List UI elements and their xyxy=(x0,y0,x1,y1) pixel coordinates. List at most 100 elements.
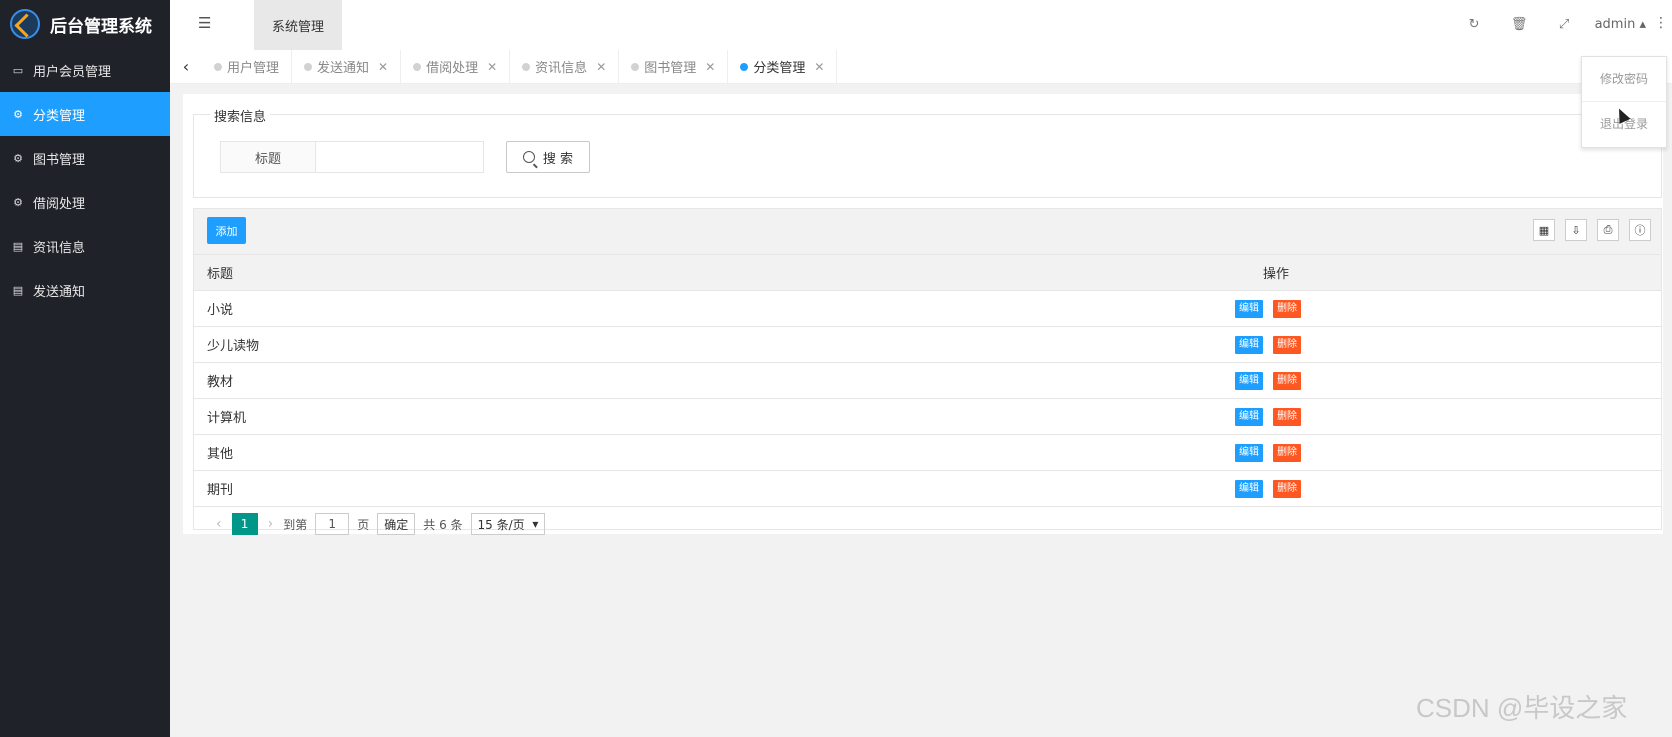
tab-books[interactable]: 图书管理 ✕ xyxy=(619,50,729,83)
sidebar-item-label: 借阅处理 xyxy=(33,196,86,212)
tab-label: 分类管理 xyxy=(753,61,806,76)
edit-button[interactable]: 编辑 xyxy=(1235,443,1263,462)
field-label-text: 标题 xyxy=(254,151,281,167)
current-page[interactable]: 1 xyxy=(231,513,258,535)
page-tabs: ‹ 用户管理 发送通知 ✕ 借阅处理 ✕ 资讯信息 ✕ 图书管理 ✕ 分类管理 … xyxy=(170,50,1672,84)
edit-button[interactable]: 编辑 xyxy=(1235,335,1263,354)
cell-actions: 编辑 删除 xyxy=(1234,434,1661,471)
close-icon[interactable]: ✕ xyxy=(814,60,824,74)
main-content: 搜索信息 标题 搜 索 添加 ▦ ⇩ ⎙ ⓘ 标题 操作 小说 编辑 删除 少儿… xyxy=(183,94,1663,535)
header-tab-system[interactable]: 系统管理 xyxy=(254,0,342,50)
tab-dot xyxy=(413,62,422,71)
app-logo[interactable]: 后台管理系统 xyxy=(0,0,170,48)
confirm-button[interactable]: 确定 xyxy=(377,513,416,535)
edit-button[interactable]: 编辑 xyxy=(1235,479,1263,498)
search-button-label: 搜 索 xyxy=(542,151,574,167)
table-header-row: 标题 操作 xyxy=(194,255,1661,291)
sidebar-item-label: 分类管理 xyxy=(33,108,86,124)
cell-title: 小说 xyxy=(194,290,1234,327)
info-icon[interactable]: ⓘ xyxy=(1629,219,1651,241)
change-password-item[interactable]: 修改密码 xyxy=(1582,57,1666,101)
search-icon xyxy=(522,151,535,163)
column-header-actions: 操作 xyxy=(1234,255,1661,291)
search-button[interactable]: 搜 索 xyxy=(506,141,590,173)
watermark: CSDN @毕设之家 xyxy=(1416,693,1628,723)
tab-dot xyxy=(214,62,222,71)
sidebar-item-notify[interactable]: ▤ 发送通知 xyxy=(0,268,170,312)
export-icon[interactable]: ⇩ xyxy=(1565,219,1587,241)
cell-actions: 编辑 删除 xyxy=(1234,290,1661,327)
tab-label: 发送通知 xyxy=(317,61,370,76)
gears-icon: ⚙ xyxy=(13,107,23,121)
table-row: 少儿读物 编辑 删除 xyxy=(194,326,1661,363)
search-panel: 搜索信息 标题 搜 索 xyxy=(193,106,1662,198)
more-icon[interactable]: ⋮ xyxy=(1654,15,1668,31)
page-size-select[interactable]: 15 条/页 ▾ xyxy=(470,513,546,535)
tab-notify[interactable]: 发送通知 ✕ xyxy=(292,50,402,83)
tab-news[interactable]: 资讯信息 ✕ xyxy=(510,50,620,83)
edit-button[interactable]: 编辑 xyxy=(1235,407,1263,426)
close-icon[interactable]: ✕ xyxy=(596,60,606,74)
trash-icon[interactable]: 🗑 xyxy=(1497,17,1542,32)
user-menu[interactable]: admin ▴ xyxy=(1595,17,1646,32)
gears-icon: ⚙ xyxy=(13,195,23,209)
table-row: 教材 编辑 删除 xyxy=(194,362,1661,399)
cell-title: 期刊 xyxy=(194,470,1234,507)
data-table: 添加 ▦ ⇩ ⎙ ⓘ 标题 操作 小说 编辑删除 少儿读物 编辑删除 教材 xyxy=(193,208,1662,535)
user-dropdown: 修改密码 退出登录 xyxy=(1581,56,1667,148)
search-legend: 搜索信息 xyxy=(210,106,271,125)
goto-label: 到第 xyxy=(283,517,308,532)
refresh-icon[interactable]: ↻ xyxy=(1452,17,1497,32)
tab-label: 用户管理 xyxy=(227,61,280,76)
tab-label: 资讯信息 xyxy=(535,61,588,76)
logo-icon xyxy=(10,9,40,39)
cell-title: 计算机 xyxy=(194,398,1234,435)
table-toolbar: 添加 ▦ ⇩ ⎙ ⓘ xyxy=(194,209,1661,255)
add-button[interactable]: 添加 xyxy=(207,217,246,244)
tab-dot xyxy=(522,62,531,71)
delete-button[interactable]: 删除 xyxy=(1273,299,1301,318)
goto-page-input[interactable]: 1 xyxy=(315,513,350,535)
top-header: ☰ 系统管理 ↻ 🗑 ⤢ admin ▴ ⋮ xyxy=(170,0,1672,51)
sidebar-item-borrow[interactable]: ⚙ 借阅处理 xyxy=(0,180,170,224)
menu-toggle-icon[interactable]: ☰ xyxy=(198,14,211,32)
delete-button[interactable]: 删除 xyxy=(1273,479,1301,498)
column-header-title: 标题 xyxy=(194,255,1234,291)
cell-title: 少儿读物 xyxy=(194,326,1234,363)
cell-actions: 编辑 删除 xyxy=(1234,362,1661,399)
prev-page-icon[interactable]: ‹ xyxy=(216,516,222,532)
header-tools: ↻ 🗑 ⤢ admin ▴ xyxy=(1452,0,1672,48)
edit-button[interactable]: 编辑 xyxy=(1235,371,1263,390)
table: 标题 操作 小说 编辑 删除 少儿读物 编辑 删除 教材 编辑 删除 计算机 编辑 删除… xyxy=(194,255,1661,507)
tab-users[interactable]: 用户管理 xyxy=(202,50,293,83)
tab-categories[interactable]: 分类管理 ✕ xyxy=(728,50,838,83)
sidebar-item-users[interactable]: ▭ 用户会员管理 xyxy=(0,48,170,92)
cell-actions: 编辑 删除 xyxy=(1234,398,1661,435)
document-icon: ▤ xyxy=(12,239,24,253)
tab-borrow[interactable]: 借阅处理 ✕ xyxy=(401,50,511,83)
close-icon[interactable]: ✕ xyxy=(378,60,388,74)
sidebar-item-label: 用户会员管理 xyxy=(33,64,112,80)
title-field-label: 标题 xyxy=(220,141,316,173)
fullscreen-icon[interactable]: ⤢ xyxy=(1542,17,1587,32)
close-icon[interactable]: ✕ xyxy=(487,60,497,74)
print-icon[interactable]: ⎙ xyxy=(1597,219,1619,241)
tab-dot xyxy=(304,62,313,71)
close-icon[interactable]: ✕ xyxy=(705,60,715,74)
edit-button[interactable]: 编辑 xyxy=(1235,299,1263,318)
table-row: 计算机 编辑 删除 xyxy=(194,398,1661,435)
total-count: 共 6 条 xyxy=(423,517,463,532)
delete-button[interactable]: 删除 xyxy=(1273,443,1301,462)
sidebar-item-books[interactable]: ⚙ 图书管理 xyxy=(0,136,170,180)
chevron-left-icon[interactable]: ‹ xyxy=(170,57,202,76)
title-search-input[interactable] xyxy=(316,141,484,173)
columns-icon[interactable]: ▦ xyxy=(1533,219,1555,241)
next-page-icon[interactable]: › xyxy=(268,516,274,532)
table-tools: ▦ ⇩ ⎙ ⓘ xyxy=(1523,219,1651,241)
table-row: 期刊 编辑 删除 xyxy=(194,470,1661,507)
sidebar-item-categories[interactable]: ⚙ 分类管理 xyxy=(0,92,170,136)
delete-button[interactable]: 删除 xyxy=(1273,371,1301,390)
delete-button[interactable]: 删除 xyxy=(1273,407,1301,426)
delete-button[interactable]: 删除 xyxy=(1273,335,1301,354)
sidebar-item-news[interactable]: ▤ 资讯信息 xyxy=(0,224,170,268)
